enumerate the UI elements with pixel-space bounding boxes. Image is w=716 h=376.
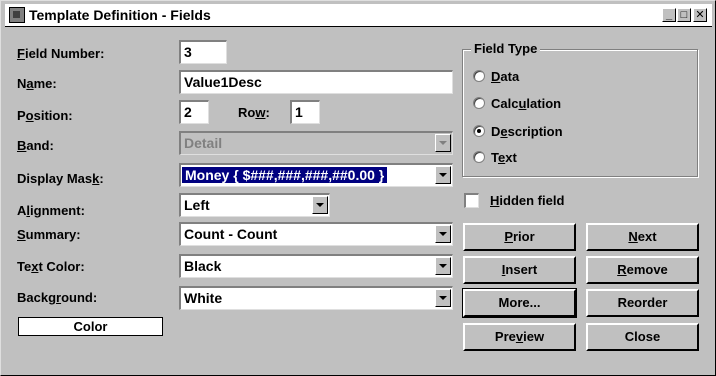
row-label: Row: (238, 105, 270, 120)
minimize-button[interactable]: _ (662, 8, 676, 22)
name-input[interactable]: Value1Desc (179, 70, 453, 94)
background-label: Background: (17, 290, 98, 305)
chevron-down-icon[interactable] (435, 166, 451, 184)
summary-value: Count - Count (184, 226, 278, 242)
background-value: White (184, 290, 223, 306)
background-select[interactable]: White (179, 286, 453, 310)
band-value: Detail (184, 135, 223, 151)
display-mask-label: Display Mask: (17, 171, 104, 186)
chevron-down-icon[interactable] (435, 225, 451, 243)
chevron-down-icon (435, 134, 451, 152)
text-color-label: Text Color: (17, 259, 85, 274)
field-number-label: Field Number: (17, 46, 105, 61)
radio-button-icon[interactable] (473, 151, 485, 163)
remove-button[interactable]: Remove (586, 256, 699, 284)
band-label: Band: (17, 138, 54, 153)
radio-description[interactable]: Description (473, 124, 563, 139)
alignment-label: Alignment: (17, 203, 85, 218)
insert-button[interactable]: Insert (463, 256, 576, 284)
radio-text[interactable]: Text (473, 150, 517, 165)
band-select: Detail (179, 131, 453, 155)
maximize-button[interactable]: □ (677, 8, 691, 22)
summary-select[interactable]: Count - Count (179, 222, 453, 246)
display-mask-value: Money { $###,###,###,##0.00 } (182, 167, 388, 183)
radio-data[interactable]: Data (473, 69, 519, 84)
template-definition-window: Template Definition - Fields _ □ ✕ Field… (0, 0, 716, 376)
reorder-button[interactable]: Reorder (586, 289, 699, 317)
preview-button[interactable]: Preview (463, 323, 576, 351)
close-button[interactable]: Close (586, 323, 699, 351)
hidden-field-label[interactable]: Hidden field (490, 193, 564, 208)
hidden-field-checkbox[interactable] (464, 193, 479, 208)
title-bar[interactable]: Template Definition - Fields _ □ ✕ (5, 4, 712, 27)
radio-button-selected-icon[interactable] (473, 125, 485, 137)
prior-button[interactable]: Prior (463, 223, 576, 251)
field-type-legend: Field Type (471, 41, 541, 56)
alignment-value: Left (184, 197, 210, 213)
field-number-input[interactable]: 3 (179, 40, 227, 64)
row-input[interactable]: 1 (290, 100, 320, 124)
chevron-down-icon[interactable] (435, 289, 451, 307)
name-label: Name: (17, 76, 57, 91)
alignment-select[interactable]: Left (179, 193, 330, 217)
chevron-down-icon[interactable] (312, 196, 328, 214)
radio-calculation[interactable]: Calculation (473, 96, 561, 111)
window-title: Template Definition - Fields (29, 7, 211, 23)
position-input[interactable]: 2 (179, 100, 209, 124)
summary-label: Summary: (17, 227, 81, 242)
text-color-value: Black (184, 258, 222, 274)
color-preview[interactable]: Color (18, 317, 163, 336)
field-type-group: Field Type Data Calculation Description … (462, 41, 698, 177)
position-label: Position: (17, 108, 73, 123)
radio-button-icon[interactable] (473, 97, 485, 109)
display-mask-select[interactable]: Money { $###,###,###,##0.00 } (179, 163, 453, 187)
close-window-button[interactable]: ✕ (693, 8, 707, 22)
chevron-down-icon[interactable] (435, 257, 451, 275)
more-button[interactable]: More... (462, 288, 577, 318)
next-button[interactable]: Next (586, 223, 699, 251)
radio-button-icon[interactable] (473, 70, 485, 82)
text-color-select[interactable]: Black (179, 254, 453, 278)
app-icon[interactable] (9, 7, 25, 23)
